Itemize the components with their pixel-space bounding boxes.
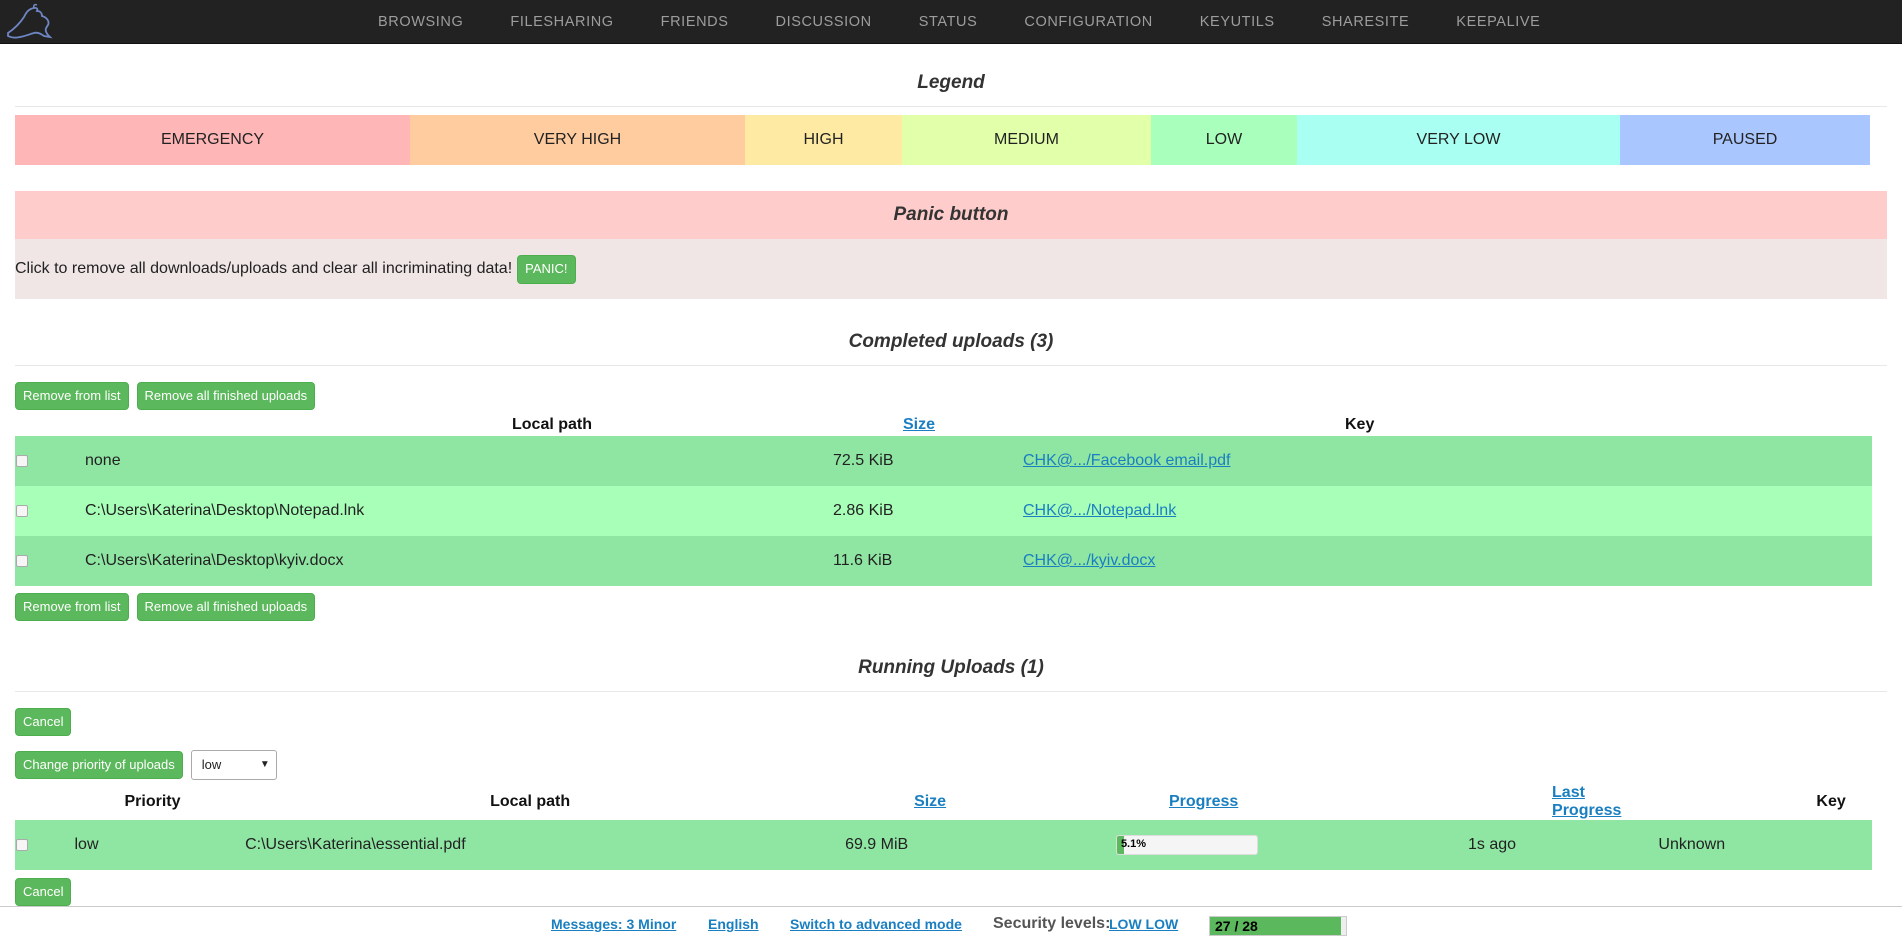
legend-paused: PAUSED xyxy=(1620,115,1870,165)
row-size: 2.86 KiB xyxy=(795,486,1015,536)
row-checkbox[interactable] xyxy=(16,554,28,567)
priority-select[interactable]: low ▼ xyxy=(190,750,277,780)
peers-progress-label: 27 / 28 xyxy=(1215,918,1258,934)
row-checkbox[interactable] xyxy=(16,504,28,517)
nav-friends[interactable]: FRIENDS xyxy=(661,14,729,30)
nav-status[interactable]: STATUS xyxy=(919,14,978,30)
cancel-button[interactable]: Cancel xyxy=(15,878,72,906)
messages-link[interactable]: Messages: 3 Minor xyxy=(551,916,676,932)
language-link[interactable]: English xyxy=(708,916,759,932)
row-key-link[interactable]: CHK@.../kyiv.docx xyxy=(1023,552,1155,569)
nav-configuration[interactable]: CONFIGURATION xyxy=(1024,14,1152,30)
running-actions-top: Cancel xyxy=(15,708,1887,736)
legend-high: HIGH xyxy=(745,115,902,165)
row-local-path: C:\Users\Katerina\Desktop\kyiv.docx xyxy=(75,536,795,586)
legend-emergency: EMERGENCY xyxy=(15,115,410,165)
switch-mode-link[interactable]: Switch to advanced mode xyxy=(790,916,962,932)
legend-low: LOW xyxy=(1151,115,1297,165)
nav-browsing[interactable]: BROWSING xyxy=(378,14,463,30)
row-key-link[interactable]: CHK@.../Facebook email.pdf xyxy=(1023,452,1230,469)
header-last-progress[interactable]: Last Progress xyxy=(1313,784,1621,820)
row-key-link[interactable]: CHK@.../Notepad.lnk xyxy=(1023,502,1176,519)
running-uploads-table: Priority Local path Size Progress Last P… xyxy=(15,784,1872,870)
progress-label: 5.1% xyxy=(1120,838,1147,850)
nav-sharesite[interactable]: SHARESITE xyxy=(1322,14,1410,30)
legend-very-low: VERY LOW xyxy=(1297,115,1620,165)
rabbit-logo-icon[interactable] xyxy=(4,3,56,41)
priority-select-value: low xyxy=(201,757,222,772)
completed-actions-bottom: Remove from list Remove all finished upl… xyxy=(15,593,1887,621)
completed-uploads-table: Local path Size Key none 72.5 KiB CHK@..… xyxy=(15,413,1872,586)
status-bar: Messages: 3 Minor English Switch to adva… xyxy=(0,906,1902,939)
peers-progress-bar: 27 / 28 xyxy=(1209,916,1347,936)
panic-box: Panic button Click to remove all downloa… xyxy=(15,191,1887,299)
sort-progress-link[interactable]: Progress xyxy=(1169,793,1238,810)
row-size: 72.5 KiB xyxy=(795,436,1015,486)
row-last-progress: 1s ago xyxy=(1313,820,1622,870)
header-priority: Priority xyxy=(124,793,181,810)
completed-actions-top: Remove from list Remove all finished upl… xyxy=(15,382,1887,410)
row-size: 11.6 KiB xyxy=(795,536,1015,586)
remove-from-list-button[interactable]: Remove from list xyxy=(15,382,129,410)
header-progress[interactable]: Progress xyxy=(1014,784,1313,820)
row-key: Unknown xyxy=(1621,820,1872,870)
table-row: low C:\Users\Katerina\essential.pdf 69.9… xyxy=(15,820,1872,870)
table-header-row: Priority Local path Size Progress Last P… xyxy=(15,784,1872,820)
panic-body: Click to remove all downloads/uploads an… xyxy=(15,239,1887,299)
sort-size-link[interactable]: Size xyxy=(914,793,946,810)
row-checkbox[interactable] xyxy=(16,838,28,851)
table-header-row: Local path Size Key xyxy=(15,413,1872,436)
header-key: Key xyxy=(1816,793,1846,810)
legend-medium: MEDIUM xyxy=(902,115,1151,165)
remove-from-list-button[interactable]: Remove from list xyxy=(15,593,129,621)
completed-uploads-title: Completed uploads (3) xyxy=(15,299,1887,366)
top-navigation-bar: BROWSING FILESHARING FRIENDS DISCUSSION … xyxy=(0,0,1902,44)
header-local-path: Local path xyxy=(512,415,593,433)
row-priority: low xyxy=(59,820,205,870)
nav-filesharing[interactable]: FILESHARING xyxy=(510,14,613,30)
nav-keyutils[interactable]: KEYUTILS xyxy=(1200,14,1275,30)
header-key: Key xyxy=(1345,415,1375,433)
sort-size-link[interactable]: Size xyxy=(903,416,935,433)
change-priority-button[interactable]: Change priority of uploads xyxy=(15,751,183,779)
nav-keepalive[interactable]: KEEPALIVE xyxy=(1456,14,1540,30)
legend-title: Legend xyxy=(15,44,1887,107)
panic-description: Click to remove all downloads/uploads an… xyxy=(15,260,513,277)
chevron-down-icon: ▼ xyxy=(259,759,270,770)
upload-progress-bar: 5.1% xyxy=(1115,835,1258,855)
remove-all-finished-button[interactable]: Remove all finished uploads xyxy=(136,593,316,621)
priority-control: Change priority of uploads low ▼ xyxy=(15,750,1887,780)
table-row: C:\Users\Katerina\Desktop\kyiv.docx 11.6… xyxy=(15,536,1872,586)
row-local-path: C:\Users\Katerina\essential.pdf xyxy=(204,820,840,870)
security-levels-label: Security levels: xyxy=(993,915,1111,932)
running-actions-bottom: Cancel xyxy=(15,878,1887,906)
main-content: Legend EMERGENCY VERY HIGH HIGH MEDIUM L… xyxy=(15,44,1887,906)
panic-button[interactable]: PANIC! xyxy=(517,254,576,284)
sort-last-progress-link[interactable]: Last Progress xyxy=(1552,784,1621,819)
panic-title: Panic button xyxy=(15,191,1887,239)
legend-very-high: VERY HIGH xyxy=(410,115,745,165)
table-row: none 72.5 KiB CHK@.../Facebook email.pdf xyxy=(15,436,1872,486)
nav-discussion[interactable]: DISCUSSION xyxy=(776,14,872,30)
row-local-path: C:\Users\Katerina\Desktop\Notepad.lnk xyxy=(75,486,795,536)
security-levels-link[interactable]: LOW LOW xyxy=(1109,916,1178,932)
header-local-path: Local path xyxy=(490,793,571,810)
cancel-button[interactable]: Cancel xyxy=(15,708,72,736)
row-local-path: none xyxy=(75,436,795,486)
running-uploads-title: Running Uploads (1) xyxy=(15,621,1887,692)
remove-all-finished-button[interactable]: Remove all finished uploads xyxy=(136,382,316,410)
header-size[interactable]: Size xyxy=(795,413,1015,436)
table-row: C:\Users\Katerina\Desktop\Notepad.lnk 2.… xyxy=(15,486,1872,536)
header-size[interactable]: Size xyxy=(839,784,1014,820)
row-size: 69.9 MiB xyxy=(839,820,1014,870)
legend-bar: EMERGENCY VERY HIGH HIGH MEDIUM LOW VERY… xyxy=(15,115,1870,165)
row-checkbox[interactable] xyxy=(16,454,28,467)
